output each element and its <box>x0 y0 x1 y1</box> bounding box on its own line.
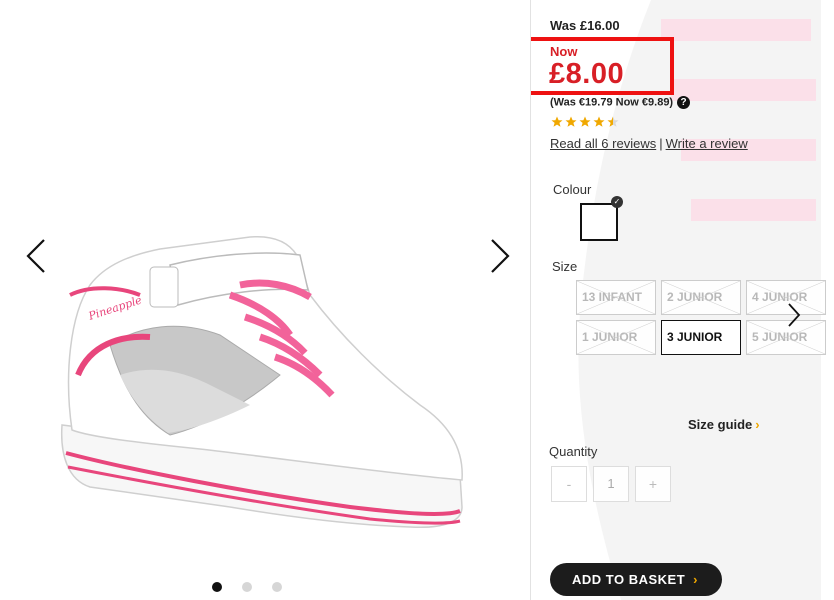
quantity-plus-button[interactable]: + <box>635 466 671 502</box>
euro-price-text: (Was €19.79 Now €9.89) <box>550 96 674 109</box>
colour-swatch-white[interactable] <box>580 203 618 241</box>
star-icon <box>565 116 577 127</box>
reviews-links: Read all 6 reviews | Write a review <box>550 136 748 151</box>
read-reviews-link[interactable]: Read all 6 reviews <box>550 136 656 151</box>
add-to-basket-label: ADD TO BASKET <box>572 572 686 587</box>
size-guide-link[interactable]: Size guide › <box>688 417 760 432</box>
rating-stars <box>551 116 619 128</box>
half-star-icon <box>607 116 619 127</box>
gallery-dot-2[interactable] <box>242 582 252 592</box>
chevron-right-icon: › <box>693 572 698 587</box>
gallery-prev-arrow-icon[interactable] <box>22 236 50 276</box>
colour-label: Colour <box>553 182 592 197</box>
gallery-dots <box>212 582 282 592</box>
star-icon <box>551 116 563 127</box>
quantity-minus-button[interactable]: - <box>551 466 587 502</box>
reviews-separator: | <box>659 136 663 151</box>
size-option-2-junior[interactable]: 2 JUNIOR <box>661 280 741 315</box>
star-icon <box>579 116 591 127</box>
gallery-next-arrow-icon[interactable] <box>486 236 514 276</box>
size-next-arrow-icon[interactable] <box>785 300 803 330</box>
quantity-input[interactable]: 1 <box>593 466 629 502</box>
size-option-3-junior[interactable]: 3 JUNIOR <box>661 320 741 355</box>
product-details-panel: Was £16.00 Now £8.00 (Was €19.79 Now €9.… <box>531 0 834 600</box>
gallery-dot-1[interactable] <box>212 582 222 592</box>
star-icon <box>593 116 605 127</box>
chevron-right-icon: › <box>755 417 760 432</box>
size-label: Size <box>552 259 578 274</box>
now-price: £8.00 <box>549 58 625 90</box>
euro-price: (Was €19.79 Now €9.89)? <box>550 96 691 109</box>
product-image: Pineapple <box>60 235 463 529</box>
quantity-stepper: - 1 + <box>551 466 671 502</box>
product-gallery: Pineapple <box>0 0 530 600</box>
quantity-label: Quantity <box>549 444 598 459</box>
was-price: Was £16.00 <box>550 18 620 33</box>
size-guide-label: Size guide <box>688 417 753 432</box>
now-price-label: Now <box>550 44 578 59</box>
size-option-13-infant[interactable]: 13 INFANT <box>576 280 656 315</box>
write-review-link[interactable]: Write a review <box>666 136 748 151</box>
check-icon: ✓ <box>611 196 623 208</box>
gallery-dot-3[interactable] <box>272 582 282 592</box>
size-option-1-junior[interactable]: 1 JUNIOR <box>576 320 656 355</box>
help-icon[interactable]: ? <box>677 96 691 109</box>
add-to-basket-button[interactable]: ADD TO BASKET › <box>550 563 722 596</box>
